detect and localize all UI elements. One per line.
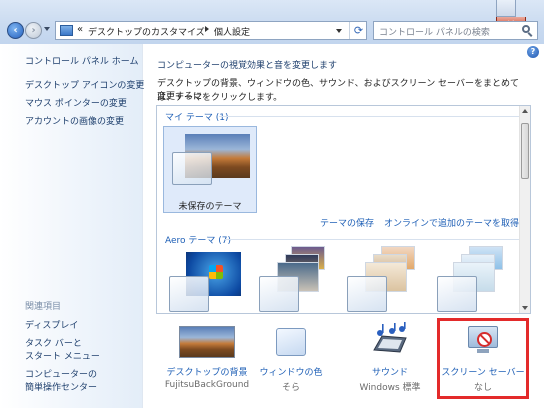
refresh-icon[interactable]: ⟳ xyxy=(349,22,367,39)
control-panel-icon xyxy=(60,25,73,36)
help-icon[interactable]: ? xyxy=(527,46,539,58)
theme-list[interactable]: マイ テーマ (1) 未保存のテーマ テーマの保存 オンラインで追加のテーマを取… xyxy=(156,105,531,314)
scroll-up-button[interactable] xyxy=(520,106,530,116)
unsaved-theme-label: 未保存のテーマ xyxy=(178,202,242,212)
theme-window-preview xyxy=(259,276,299,312)
scroll-up-icon xyxy=(522,109,528,113)
section-divider xyxy=(219,116,519,117)
wallpaper-icon xyxy=(179,326,235,358)
address-overflow-chevron[interactable]: « xyxy=(77,24,83,35)
window-chrome: ✕ ‹ › « デスクトップのカスタマイズ 個人設定 ⟳ コントロール パネルの… xyxy=(0,0,544,44)
forward-button[interactable]: › xyxy=(25,22,42,39)
breadcrumb-desktop-customization[interactable]: デスクトップのカスタマイズ xyxy=(88,25,205,38)
theme-list-scrollbar[interactable] xyxy=(519,106,530,313)
address-dropdown-icon[interactable] xyxy=(336,29,342,33)
theme-window-preview xyxy=(169,276,209,312)
aero-theme-characters[interactable] xyxy=(347,246,423,312)
ease-of-access-link-line2[interactable]: 簡単操作センター xyxy=(25,380,97,393)
display-link[interactable]: ディスプレイ xyxy=(25,318,78,331)
page-title: コンピューターの視覚効果と音を変更します xyxy=(157,61,338,71)
search-icon-handle xyxy=(527,32,533,37)
unsaved-theme-tile[interactable]: 未保存のテーマ xyxy=(163,126,257,213)
window-color-icon xyxy=(276,328,306,356)
address-bar[interactable]: « デスクトップのカスタマイズ 個人設定 ⟳ xyxy=(55,21,367,40)
aero-theme-landscapes[interactable] xyxy=(437,246,513,312)
aero-theme-architecture[interactable] xyxy=(259,246,335,312)
related-heading: 関連項目 xyxy=(25,302,62,312)
search-placeholder: コントロール パネルの検索 xyxy=(379,28,490,38)
window-color-setting[interactable]: ウィンドウの色 そら xyxy=(245,318,337,400)
scroll-down-icon xyxy=(522,306,528,310)
scroll-thumb[interactable] xyxy=(521,123,529,179)
sound-value: Windows 標準 xyxy=(359,383,421,393)
theme-window-preview xyxy=(437,276,477,312)
breadcrumb-separator-icon[interactable] xyxy=(205,26,209,32)
change-account-picture-link[interactable]: アカウントの画像の変更 xyxy=(25,114,124,127)
control-panel-home-link[interactable]: コントロール パネル ホーム xyxy=(25,54,138,67)
breadcrumb-personalization[interactable]: 個人設定 xyxy=(214,25,250,38)
scroll-down-button[interactable] xyxy=(520,303,530,313)
save-theme-link[interactable]: テーマの保存 xyxy=(320,216,374,229)
window-color-value: そら xyxy=(281,383,300,393)
back-button[interactable]: ‹ xyxy=(7,22,24,39)
page-description-line2: は、テーマをクリックします。 xyxy=(157,93,283,103)
section-divider xyxy=(225,239,519,240)
ease-of-access-link-line1[interactable]: コンピューターの xyxy=(25,367,97,380)
theme-window-preview xyxy=(347,276,387,312)
get-more-themes-online-link[interactable]: オンラインで追加のテーマを取得 xyxy=(384,216,519,229)
minimize-button[interactable] xyxy=(496,0,516,17)
aero-themes-header[interactable]: Aero テーマ (7) xyxy=(165,233,231,246)
windows-logo-icon xyxy=(209,265,223,279)
desktop-background-setting[interactable]: デスクトップの背景 FujitsuBackGround xyxy=(161,318,253,400)
desktop-background-value: FujitsuBackGround xyxy=(164,380,250,390)
window-controls: ✕ xyxy=(496,0,544,34)
change-mouse-pointers-link[interactable]: マウス ポインターの変更 xyxy=(25,96,127,109)
change-desktop-icons-link[interactable]: デスクトップ アイコンの変更 xyxy=(25,78,144,91)
sound-icon xyxy=(373,322,407,353)
recent-pages-dropdown-icon[interactable] xyxy=(44,27,50,31)
search-input[interactable]: コントロール パネルの検索 xyxy=(373,21,538,40)
unsaved-theme-window-preview xyxy=(172,152,212,185)
taskbar-link-line2[interactable]: スタート メニュー xyxy=(25,349,100,362)
window-color-link[interactable]: ウィンドウの色 xyxy=(245,365,337,378)
desktop-background-link[interactable]: デスクトップの背景 xyxy=(161,365,253,378)
screen-saver-highlight-box xyxy=(437,318,529,399)
taskbar-link-line1[interactable]: タスク バーと xyxy=(25,336,82,349)
sound-setting[interactable]: サウンド Windows 標準 xyxy=(344,318,436,400)
aero-theme-windows7[interactable] xyxy=(165,252,241,312)
sound-link[interactable]: サウンド xyxy=(344,365,436,378)
